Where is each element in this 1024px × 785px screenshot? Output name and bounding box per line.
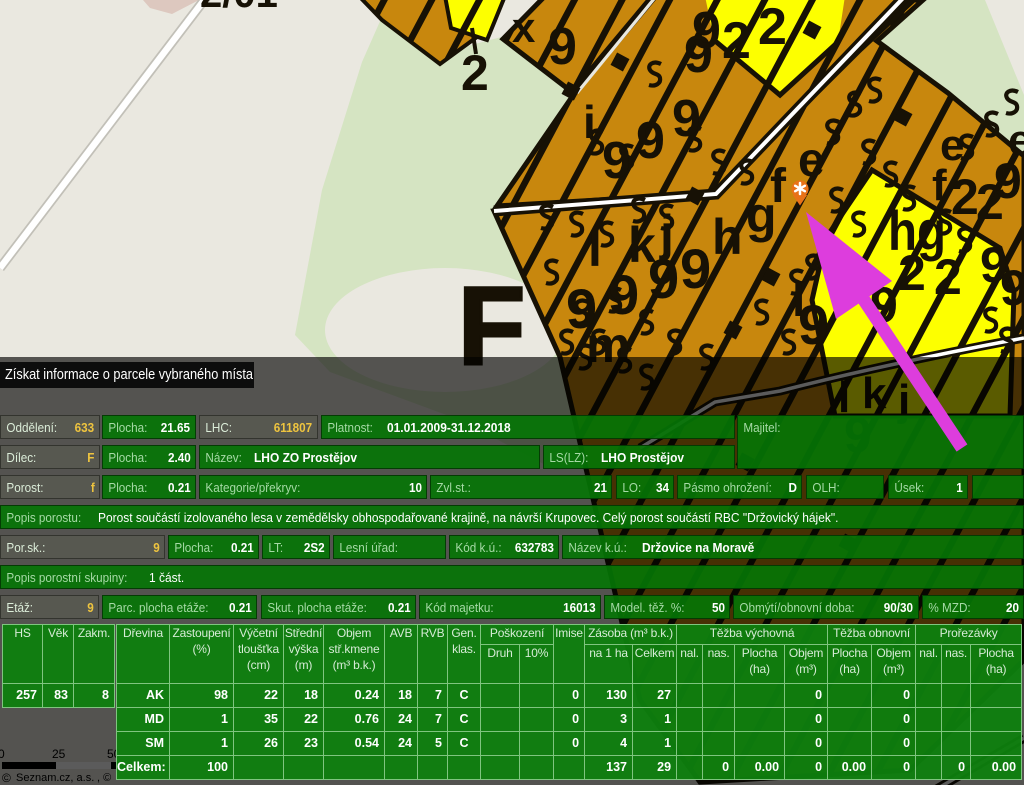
svg-text:e: e: [798, 134, 825, 187]
svg-text:9: 9: [870, 277, 898, 333]
svg-text:9: 9: [798, 293, 829, 356]
svg-text:x: x: [512, 4, 536, 51]
svg-text:2: 2: [758, 0, 787, 56]
svg-text:l: l: [588, 221, 602, 277]
svg-text:9: 9: [648, 247, 679, 310]
svg-text:9: 9: [680, 237, 711, 300]
svg-text:2: 2: [898, 245, 926, 301]
svg-text:9: 9: [672, 90, 701, 148]
svg-text:9: 9: [602, 132, 631, 190]
svg-text:9: 9: [1000, 260, 1024, 316]
svg-text:2: 2: [934, 249, 962, 305]
svg-text:9: 9: [636, 112, 665, 170]
svg-text:2: 2: [722, 12, 751, 70]
svg-text:2/01: 2/01: [200, 0, 278, 16]
svg-text:9: 9: [692, 2, 721, 60]
svg-text:e: e: [1008, 116, 1024, 165]
svg-text:9: 9: [548, 18, 577, 76]
svg-text:2: 2: [951, 169, 979, 225]
svg-text:i: i: [583, 96, 596, 148]
svg-text:f: f: [770, 160, 787, 213]
svg-text:h: h: [712, 209, 743, 265]
